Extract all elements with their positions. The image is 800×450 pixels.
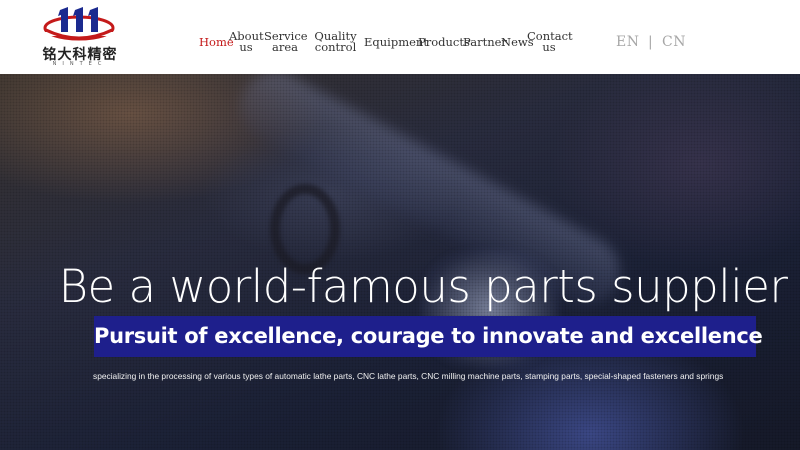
hero-description: specializing in the processing of variou… — [93, 371, 724, 381]
nav-item-service-area[interactable]: Service area — [264, 30, 308, 53]
nav-item-equipment[interactable]: Equipment — [364, 36, 428, 48]
language-cn-link[interactable]: CN — [662, 34, 686, 50]
nav-item-home[interactable]: Home — [199, 36, 234, 48]
language-separator: | — [648, 34, 653, 50]
nav-item-products[interactable]: Products — [418, 36, 470, 48]
nav-item-quality-control[interactable]: Quality control — [313, 30, 358, 53]
logo-emblem-icon — [43, 7, 115, 41]
hero-banner: Be a world-famous parts supplier Pursuit… — [0, 74, 800, 450]
company-logo[interactable]: 铭大科精密 NINTEC — [40, 6, 118, 68]
nav-item-contact[interactable]: Contact us — [527, 30, 573, 53]
logo-latin-name: NINTEC — [52, 61, 108, 67]
nav-item-partner[interactable]: Partner — [463, 36, 507, 48]
nav-item-about[interactable]: About us — [229, 30, 264, 53]
hero-headline: Be a world-famous parts supplier — [58, 260, 788, 313]
site-header: 铭大科精密 NINTEC Home About us Service area … — [0, 0, 800, 74]
hero-slogan-banner: Pursuit of excellence, courage to innova… — [94, 316, 763, 357]
language-en-link[interactable]: EN — [616, 34, 639, 50]
